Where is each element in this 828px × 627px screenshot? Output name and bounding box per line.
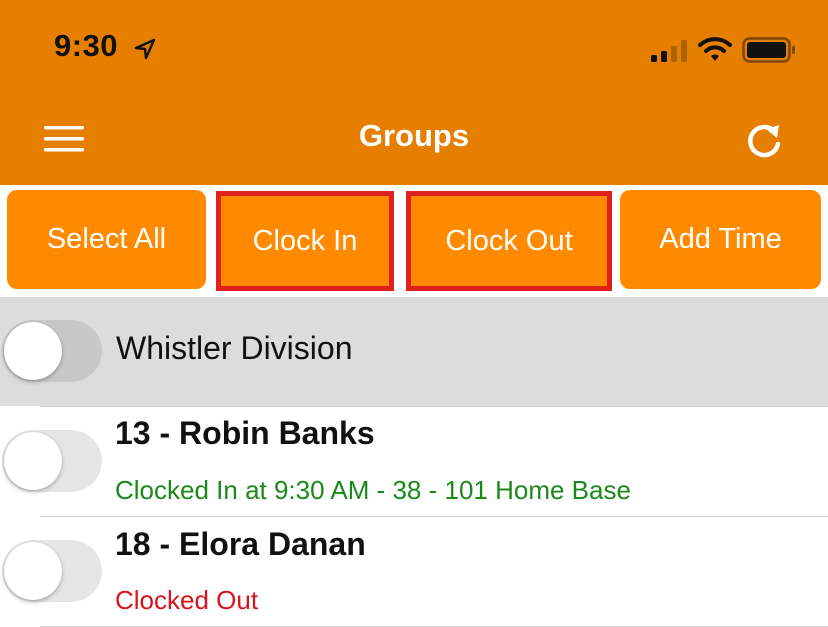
toggle-knob	[4, 542, 62, 600]
cellular-signal-icon	[651, 40, 687, 62]
employee-status: Clocked In at 9:30 AM - 38 - 101 Home Ba…	[115, 475, 631, 505]
status-bar-time: 9:30	[54, 28, 119, 63]
hamburger-menu-icon[interactable]	[44, 124, 84, 154]
location-arrow-icon	[134, 38, 156, 60]
row-divider	[40, 516, 828, 517]
select-all-button[interactable]: Select All	[7, 190, 206, 289]
app-header: 9:30 Groups	[0, 0, 828, 185]
employee-status: Clocked Out	[115, 585, 259, 615]
page-title: Groups	[358, 118, 470, 153]
toggle-knob	[4, 432, 62, 490]
group-name: Whistler Division	[116, 330, 353, 366]
employee-name: 13 - Robin Banks	[115, 415, 375, 451]
row-divider	[40, 406, 828, 407]
toggle-knob	[4, 322, 62, 380]
clock-out-button[interactable]: Clock Out	[411, 196, 607, 286]
battery-icon	[742, 37, 795, 63]
group-toggle[interactable]	[2, 320, 102, 382]
add-time-button[interactable]: Add Time	[620, 190, 821, 289]
employee-toggle[interactable]	[2, 430, 102, 492]
groups-screen: 9:30 Groups Select All Clock In Clock Ou…	[0, 0, 828, 627]
employee-toggle[interactable]	[2, 540, 102, 602]
employee-name: 18 - Elora Danan	[115, 526, 366, 562]
clock-in-button[interactable]: Clock In	[221, 196, 389, 286]
wifi-icon	[698, 37, 732, 61]
refresh-icon[interactable]	[744, 120, 784, 160]
